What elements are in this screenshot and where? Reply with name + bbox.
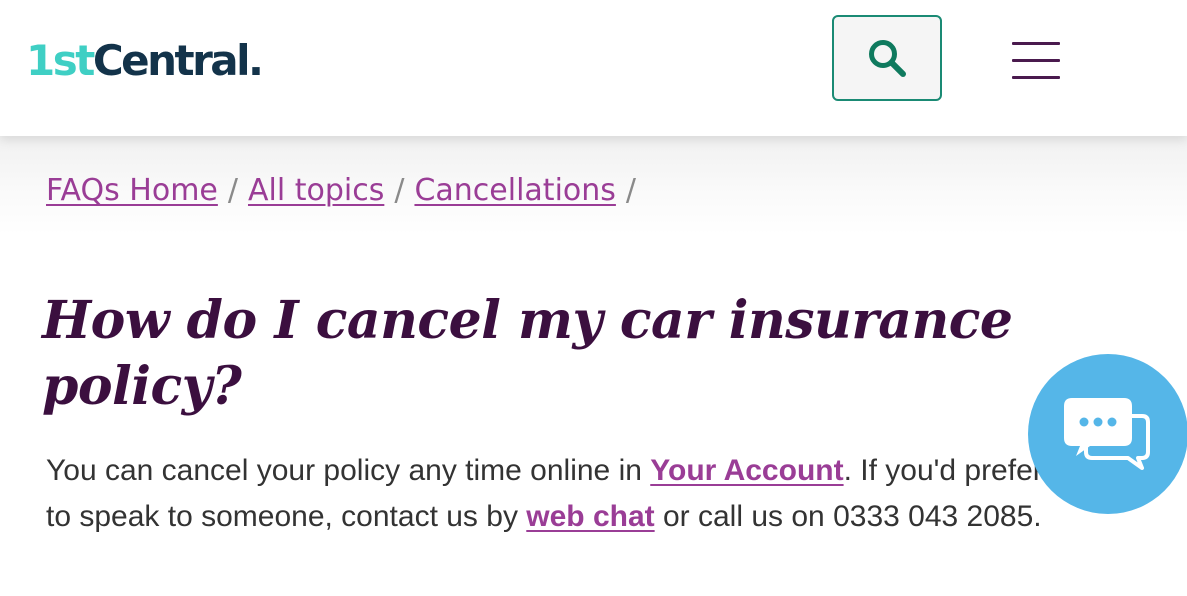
your-account-link[interactable]: Your Account bbox=[650, 454, 843, 487]
answer-paragraph: You can cancel your policy any time onli… bbox=[46, 448, 1066, 540]
breadcrumb-cancellations-link[interactable]: Cancellations bbox=[414, 173, 615, 208]
breadcrumb: FAQs Home / All topics / Cancellations / bbox=[46, 170, 646, 212]
chat-bubbles-icon bbox=[1064, 398, 1150, 470]
page-title: How do I cancel my car insurance policy? bbox=[42, 290, 1013, 417]
breadcrumb-all-topics-link[interactable]: All topics bbox=[248, 173, 384, 208]
chat-launcher-button[interactable] bbox=[1028, 354, 1187, 514]
logo-text-1st: 1st bbox=[26, 36, 95, 85]
web-chat-link[interactable]: web chat bbox=[526, 500, 654, 533]
menu-button[interactable] bbox=[1010, 42, 1062, 82]
answer-text: or call us on 0333 043 2085. bbox=[654, 500, 1042, 533]
site-header: 1stCentral. bbox=[0, 0, 1187, 136]
logo-text-central: Central. bbox=[92, 36, 264, 85]
search-button[interactable] bbox=[832, 15, 942, 101]
logo-1stcentral[interactable]: 1stCentral. bbox=[26, 31, 264, 91]
breadcrumb-separator: / bbox=[394, 173, 405, 208]
search-icon bbox=[869, 40, 906, 77]
answer-text: You can cancel your policy any time onli… bbox=[46, 454, 651, 487]
breadcrumb-separator: / bbox=[227, 173, 238, 208]
breadcrumb-faqs-home-link[interactable]: FAQs Home bbox=[46, 173, 218, 208]
breadcrumb-separator: / bbox=[625, 173, 637, 208]
